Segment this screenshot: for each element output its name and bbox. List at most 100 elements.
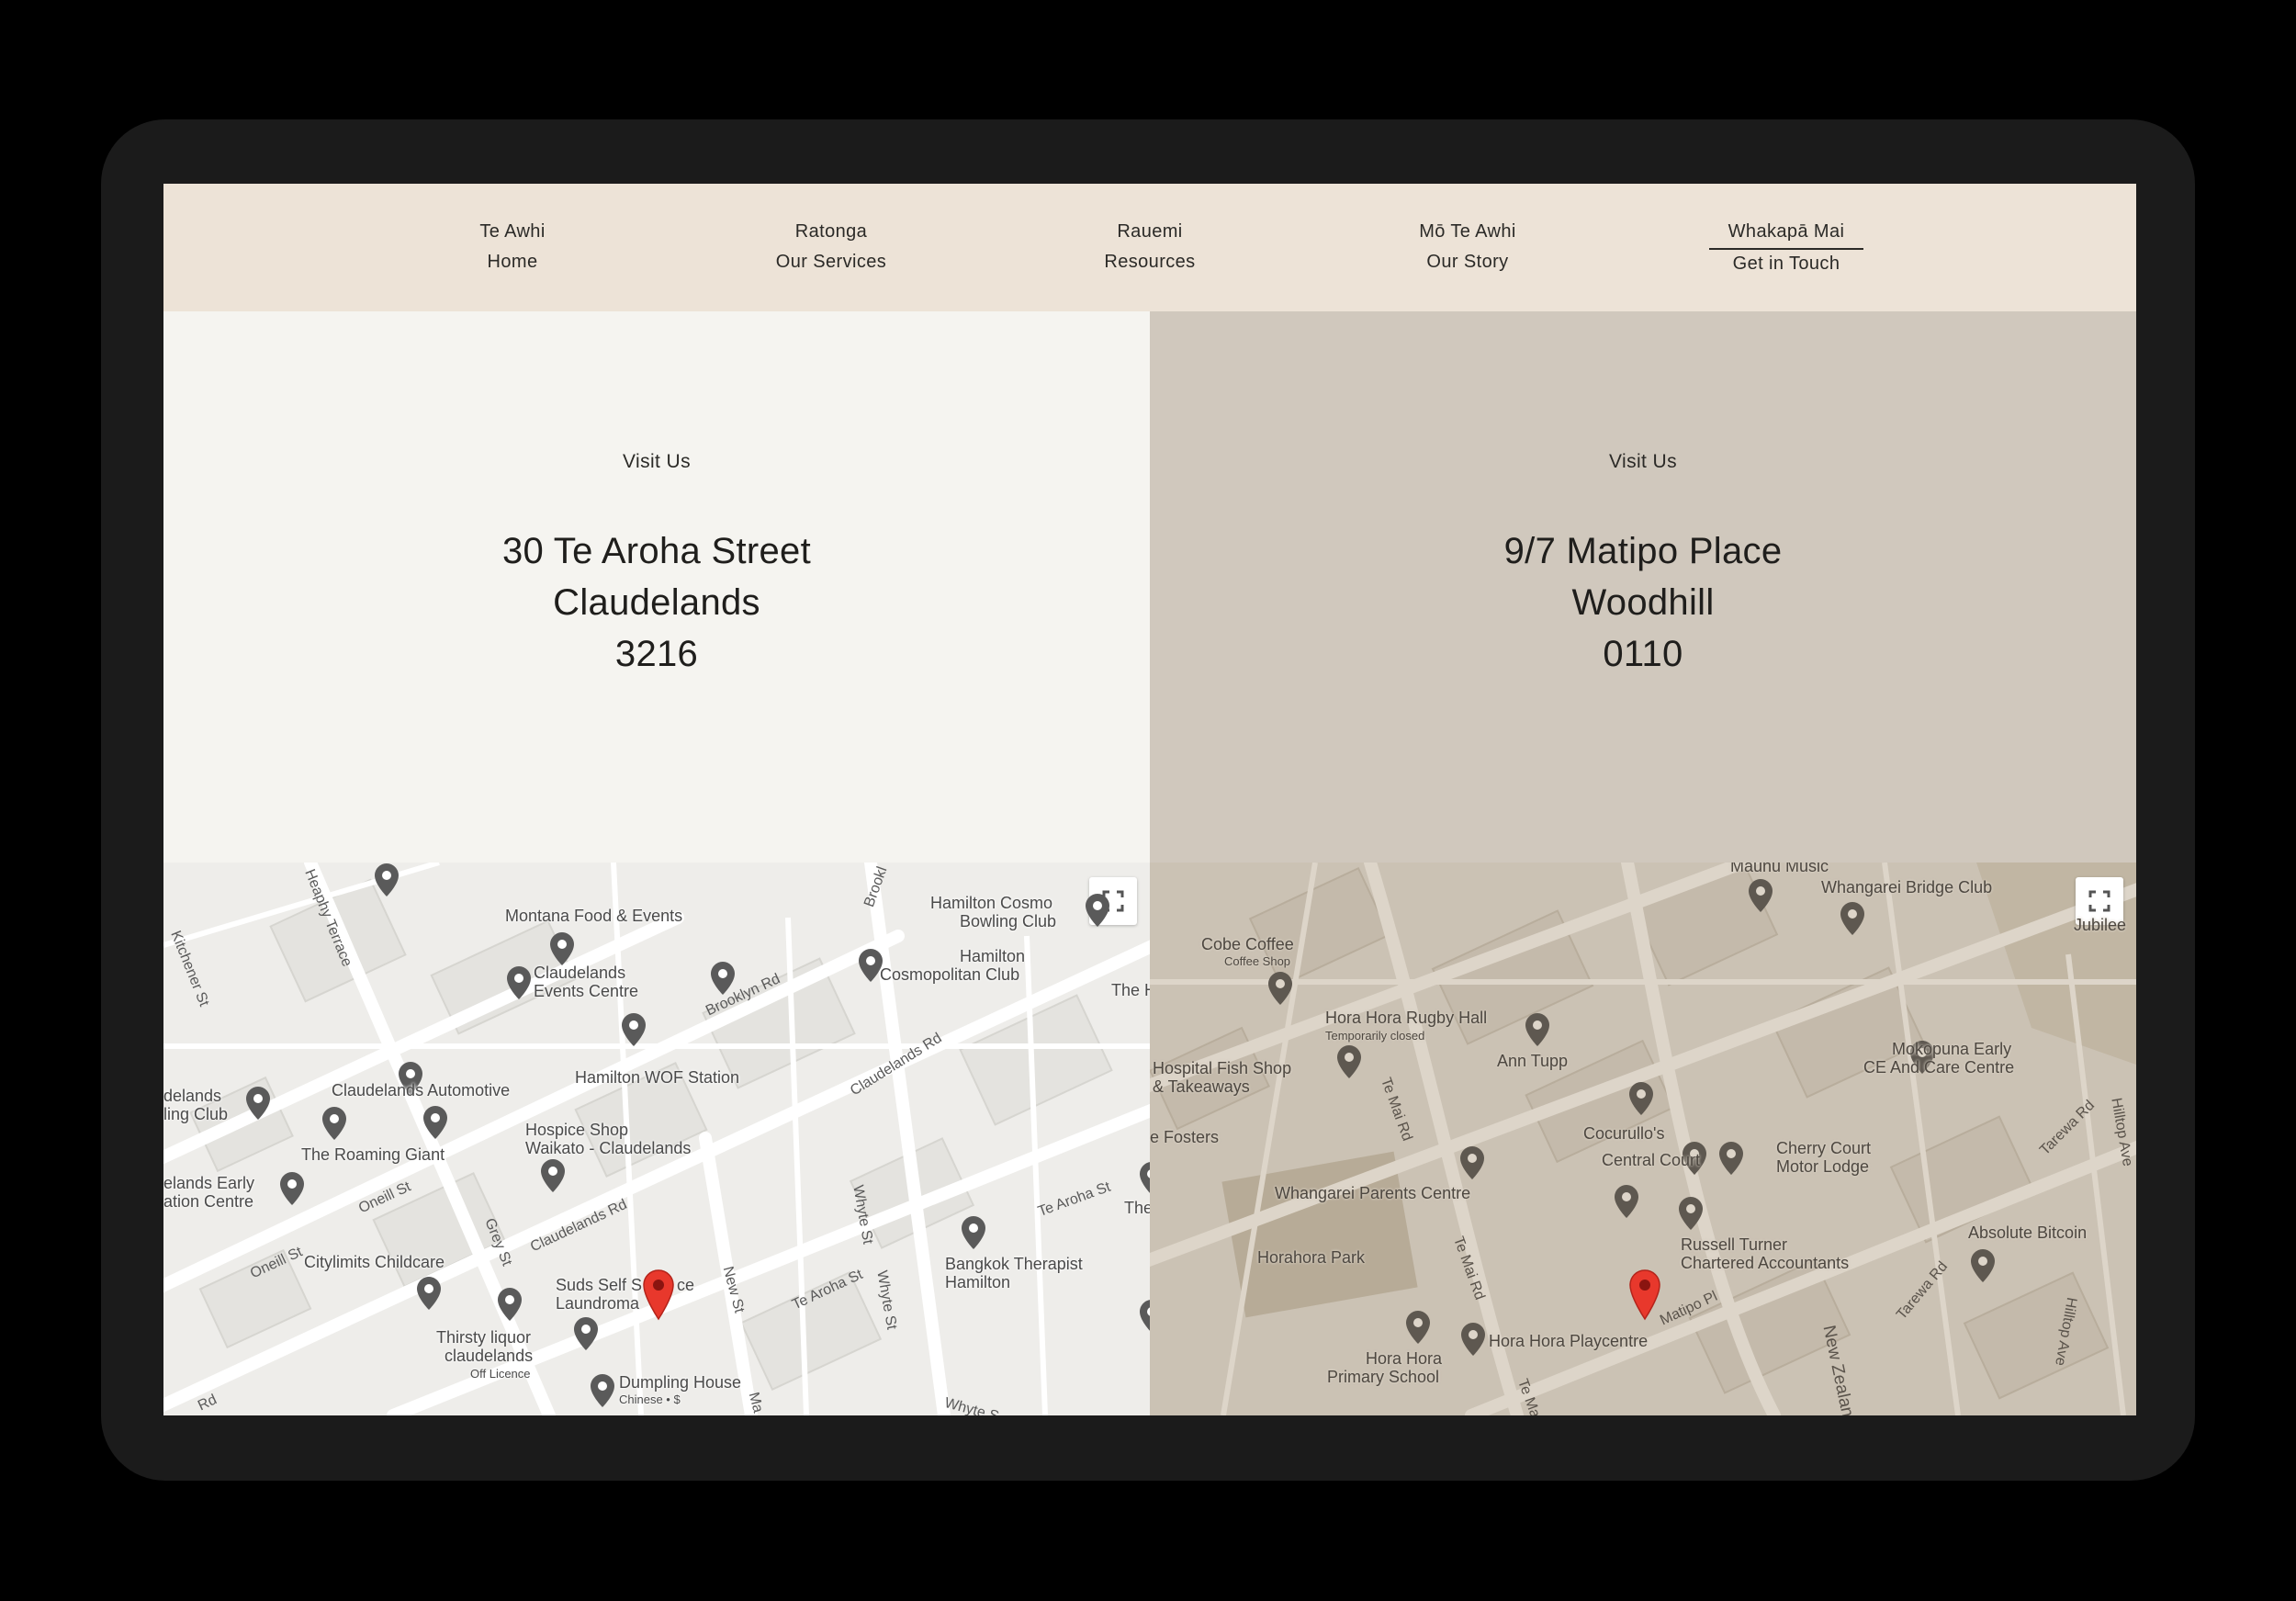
map-pin-icon[interactable] [1459,1145,1485,1180]
map-pin-icon[interactable] [245,1086,271,1121]
map-place-label: Montana Food & Events [505,907,683,925]
map-pin-icon[interactable] [1678,1196,1704,1231]
nav-item-home[interactable]: Te Awhi Home [402,215,623,276]
map-place-label: Claudelands [534,964,626,982]
map-pin-icon[interactable] [961,1215,986,1250]
map-place-label: Claudelands Automotive [332,1081,511,1099]
map-place-label: Hamilton Cosmo [930,894,1053,912]
map-place-label: ling Club [163,1105,229,1123]
address-postcode: 0110 [1603,634,1683,674]
nav-item-maori-label: Whakapā Mai [1709,215,1863,250]
map-place-label: Whangarei Bridge Club [1821,878,1993,896]
map-place-label: Cherry Court [1776,1139,1872,1157]
map-place-label: Citylimits Childcare [304,1253,445,1271]
nav-item-english-label: Our Story [1426,252,1509,272]
map-place-label: Cobe Coffee [1201,935,1294,953]
map-place-label: Hora Hora [1366,1349,1443,1368]
address-postcode: 3216 [614,634,699,674]
map-pin-icon[interactable] [416,1276,442,1311]
visit-us-heading: Visit Us [1609,451,1677,472]
address: 9/7 Matipo Place Woodhill 0110 [1150,525,2136,680]
map-place-label: Chartered Accountants [1681,1254,1850,1272]
nav-item-maori-label: Mō Te Awhi [1419,221,1516,242]
map-claudelands[interactable]: Montana Food & Events Claudelands Events… [163,863,1150,1415]
map-place-label: Horahora Park [1257,1248,1366,1267]
map-place-sublabel: Coffee Shop [1224,954,1291,968]
map-pin-icon[interactable] [506,965,532,1000]
nav-item-get-in-touch[interactable]: Whakapā Mai Get in Touch [1676,215,1896,277]
school-icon[interactable] [621,1012,647,1047]
map-place-label: ation Centre [163,1192,254,1211]
nav-item-english-label: Our Services [775,252,887,272]
visit-us-heading: Visit Us [623,451,691,472]
main-nav: Te Awhi Home Ratonga Our Services Rauemi… [163,184,2136,311]
shopping-icon[interactable] [374,863,400,897]
location-marker-icon[interactable] [1628,1269,1661,1321]
map-pin-icon[interactable] [279,1171,305,1206]
address-suburb: Woodhill [1571,582,1715,623]
school-icon[interactable] [1405,1310,1431,1345]
nav-item-resources[interactable]: Rauemi Resources [1040,215,1260,276]
map-place-label: Whangarei Parents Centre [1275,1184,1471,1202]
location-marker-icon[interactable] [642,1269,675,1321]
nav-item-english-label: Resources [1104,252,1196,272]
map-place-label: claudelands [445,1347,534,1365]
map-place-sublabel: Off Licence [470,1367,531,1381]
map-pin-icon[interactable] [1085,893,1110,928]
shopping-icon[interactable] [497,1287,523,1322]
nav-item-maori-label: Rauemi [1117,221,1183,242]
map-woodhill[interactable]: Maunu Music Whangarei Bridge Club Jubile… [1150,863,2136,1415]
shopping-icon[interactable] [540,1158,566,1193]
map-pin-icon[interactable] [1460,1322,1486,1357]
map-place-label: Mokopuna Early [1892,1040,2012,1058]
map-place-label: Hamilton WOF Station [575,1068,740,1087]
shopping-icon[interactable] [1748,878,1773,913]
map-place-label: Primary School [1327,1368,1440,1386]
address-street: 9/7 Matipo Place [1503,531,1783,571]
map-pin-icon[interactable] [1336,1044,1362,1079]
shopping-icon[interactable] [1614,1184,1639,1219]
map-place-label: Hospital Fish Shop [1153,1059,1292,1077]
map-place-label: Thirsty liquor [436,1328,532,1347]
map-place-label: Events Centre [534,982,639,1000]
map-place-sublabel: Temporarily closed [1325,1029,1425,1043]
map-place-label: Hora Hora Rugby Hall [1325,1009,1488,1027]
map-place-label: Hospice Shop [525,1121,629,1139]
nav-item-services[interactable]: Ratonga Our Services [721,215,941,276]
address: 30 Te Aroha Street Claudelands 3216 [163,525,1150,680]
map-place-label: Suds Self S [556,1276,643,1294]
map-pin-icon[interactable] [549,931,575,966]
map-place-label: delands [163,1087,222,1105]
map-pin-icon[interactable] [1970,1248,1996,1283]
nav-item-english-label: Get in Touch [1732,254,1840,274]
nav-item-our-story[interactable]: Mō Te Awhi Our Story [1357,215,1578,276]
map-place-label: Hamilton [945,1273,1011,1291]
map-place-label: Cosmopolitan Club [880,965,1020,984]
map-pin-icon[interactable] [1840,901,1865,936]
map-place-sublabel: Chinese • $ [619,1392,681,1406]
shopping-icon[interactable] [1267,971,1293,1006]
address-street: 30 Te Aroha Street [501,531,811,571]
lodging-icon[interactable] [1525,1012,1550,1047]
map-place-label: Waikato - Claudelands [525,1139,692,1157]
nav-item-english-label: Home [487,252,538,272]
map-pin-icon[interactable] [422,1105,448,1140]
map-place-label: Cocurullo's [1583,1124,1665,1143]
location-panel-woodhill: Visit Us 9/7 Matipo Place Woodhill 0110 [1150,311,2136,863]
restaurant-icon[interactable] [590,1373,615,1408]
map-pin-icon[interactable] [1139,1299,1150,1334]
map-place-label: & Takeaways [1153,1077,1250,1096]
map-pin-icon[interactable] [1139,1161,1150,1196]
map-place-label: The Roaming Giant [301,1145,445,1164]
map-place-label: Maunu Music [1730,863,1829,875]
map-pin-icon[interactable] [573,1316,599,1351]
map-pin-icon[interactable] [1628,1081,1654,1116]
browser-viewport: Te Awhi Home Ratonga Our Services Rauemi… [163,184,2136,1415]
map-place-label: CE And Care Centre [1863,1058,2015,1077]
map-place-label: Motor Lodge [1776,1157,1870,1176]
restaurant-icon[interactable] [321,1106,347,1141]
map-place-label: Hora Hora Playcentre [1489,1332,1649,1350]
map-place-label: ce [677,1276,695,1294]
map-place-label: Jubilee [2074,916,2127,934]
lodging-icon[interactable] [1718,1141,1744,1176]
